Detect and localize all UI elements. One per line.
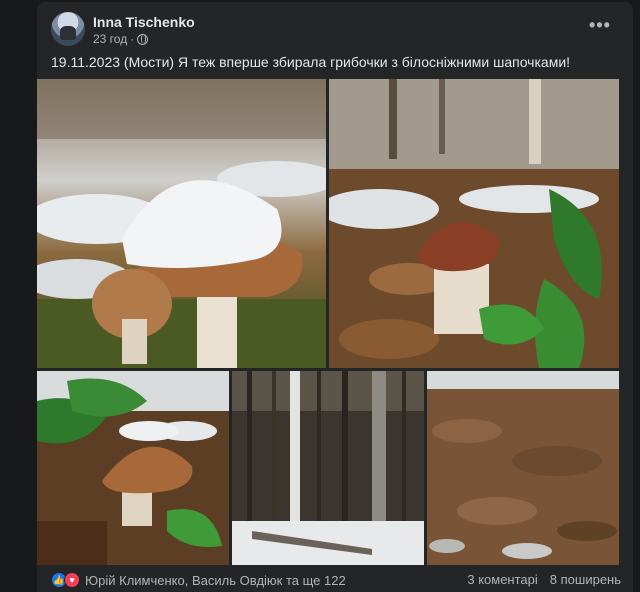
post-time[interactable]: 23 год [93, 32, 127, 46]
photo-grid [37, 79, 619, 565]
post-text: 19.11.2023 (Мости) Я теж вперше збирала … [51, 54, 571, 70]
post-stats: 3 коментарі 8 поширень [467, 572, 621, 587]
post-meta: 23 год · [93, 32, 149, 46]
post-header: Inna Tischenko 23 год · ••• [51, 12, 621, 48]
photo-mushroom-snow[interactable] [37, 371, 229, 565]
photo-mushroom-leaves[interactable] [329, 79, 619, 368]
post-card: Inna Tischenko 23 год · ••• 19.11.2023 (… [37, 2, 633, 592]
comments-count[interactable]: 3 коментарі [467, 572, 537, 587]
globe-icon[interactable] [137, 33, 149, 45]
photo-snowy-forest[interactable] [232, 371, 424, 565]
author-name[interactable]: Inna Tischenko [93, 14, 195, 30]
photo-forest-floor[interactable] [427, 371, 619, 565]
post-footer: 👍 ♥ Юрій Климченко, Василь Овдіюк та ще … [51, 572, 621, 592]
avatar[interactable] [51, 12, 85, 46]
love-icon: ♥ [64, 572, 80, 588]
reactors-text[interactable]: Юрій Климченко, Василь Овдіюк та ще 122 [85, 573, 346, 588]
meta-separator: · [130, 32, 135, 46]
shares-count[interactable]: 8 поширень [550, 572, 621, 587]
photo-mushroom-snow-cap[interactable] [37, 79, 326, 368]
more-options-button[interactable]: ••• [585, 12, 615, 42]
reactions-summary[interactable]: 👍 ♥ Юрій Климченко, Василь Овдіюк та ще … [51, 572, 346, 588]
